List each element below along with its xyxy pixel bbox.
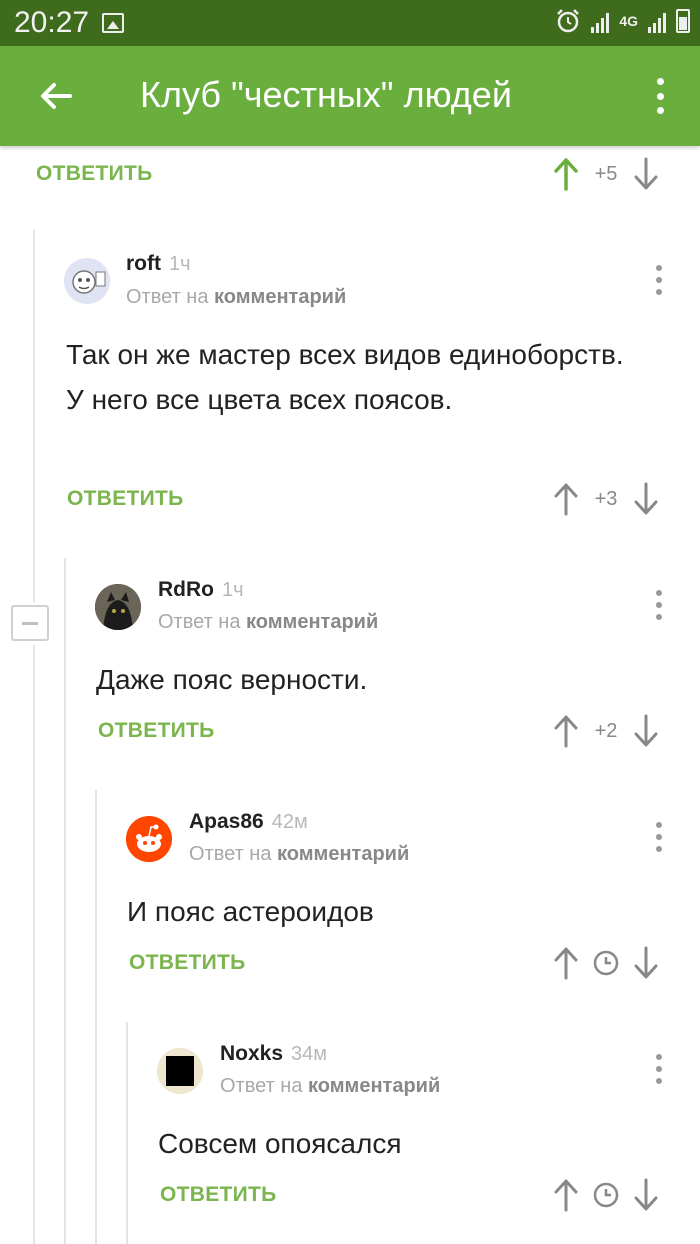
upvote-arrow-icon[interactable] bbox=[552, 713, 580, 749]
avatar[interactable] bbox=[95, 584, 141, 630]
reply-to-line: Ответ на комментарий bbox=[189, 843, 410, 865]
app-bar: Клуб "честных" людей bbox=[0, 46, 700, 146]
reply-button[interactable]: ОТВЕТИТЬ bbox=[67, 487, 184, 511]
vote-controls bbox=[552, 1177, 660, 1213]
thread-line bbox=[95, 790, 97, 1244]
vote-controls: +5 bbox=[552, 156, 660, 192]
signal-icon-2 bbox=[648, 9, 666, 33]
status-bar: 20:27 4G bbox=[0, 0, 700, 46]
downvote-arrow-icon[interactable] bbox=[632, 945, 660, 981]
comment-text: И пояс астероидов bbox=[127, 896, 374, 927]
overflow-menu-icon[interactable] bbox=[650, 74, 670, 118]
avatar[interactable] bbox=[64, 258, 110, 304]
comment-author[interactable]: Apas86 42м bbox=[189, 810, 308, 834]
comment-text: Так он же мастер всех видов единоборств.… bbox=[66, 339, 624, 415]
comment-menu-icon[interactable] bbox=[654, 822, 664, 852]
gallery-icon bbox=[102, 13, 124, 33]
score: +5 bbox=[594, 162, 618, 185]
vote-controls: +3 bbox=[552, 481, 660, 517]
comment-author[interactable]: Noxks 34м bbox=[220, 1042, 327, 1066]
thread-line bbox=[126, 1022, 128, 1244]
reply-button[interactable]: ОТВЕТИТЬ bbox=[129, 951, 246, 975]
score: +2 bbox=[594, 719, 618, 742]
vote-controls bbox=[552, 945, 660, 981]
collapse-thread-button[interactable] bbox=[11, 605, 49, 641]
reply-to-link[interactable]: комментарий bbox=[214, 286, 346, 308]
signal-icon bbox=[591, 9, 610, 33]
network-type: 4G bbox=[619, 13, 638, 29]
reply-button[interactable]: ОТВЕТИТЬ bbox=[98, 719, 215, 743]
reply-button[interactable]: ОТВЕТИТЬ bbox=[160, 1183, 277, 1207]
clock-icon bbox=[593, 1182, 619, 1208]
reply-to-link[interactable]: комментарий bbox=[308, 1075, 440, 1097]
downvote-arrow-icon[interactable] bbox=[632, 156, 660, 192]
upvote-arrow-icon[interactable] bbox=[552, 945, 580, 981]
comment-menu-icon[interactable] bbox=[654, 1054, 664, 1084]
reply-to-line: Ответ на комментарий bbox=[126, 286, 347, 308]
thread-line bbox=[64, 558, 66, 1244]
downvote-arrow-icon[interactable] bbox=[632, 1177, 660, 1213]
thread-line bbox=[33, 230, 35, 602]
comment-author[interactable]: RdRo 1ч bbox=[158, 578, 244, 602]
reply-to-line: Ответ на комментарий bbox=[220, 1075, 441, 1097]
upvote-arrow-icon[interactable] bbox=[552, 481, 580, 517]
clock-icon bbox=[593, 950, 619, 976]
comment-time: 42м bbox=[271, 811, 308, 833]
upvote-arrow-icon[interactable] bbox=[552, 1177, 580, 1213]
comment-text: Совсем опоясался bbox=[158, 1128, 402, 1159]
reply-button[interactable]: ОТВЕТИТЬ bbox=[36, 162, 153, 186]
vote-controls: +2 bbox=[552, 713, 660, 749]
avatar[interactable] bbox=[126, 816, 172, 862]
downvote-arrow-icon[interactable] bbox=[632, 713, 660, 749]
alarm-icon bbox=[557, 9, 580, 33]
downvote-arrow-icon[interactable] bbox=[632, 481, 660, 517]
score: +3 bbox=[594, 487, 618, 510]
comment-text: Даже пояс верности. bbox=[96, 664, 368, 695]
comment-time: 34м bbox=[291, 1043, 328, 1065]
page-title: Клуб "честных" людей bbox=[140, 74, 512, 115]
comment-author[interactable]: roft 1ч bbox=[126, 252, 191, 276]
reply-to-link[interactable]: комментарий bbox=[277, 843, 409, 865]
battery-icon bbox=[676, 9, 690, 33]
comment-time: 1ч bbox=[222, 579, 244, 601]
comment-menu-icon[interactable] bbox=[654, 590, 664, 620]
avatar[interactable] bbox=[157, 1048, 203, 1094]
comment-menu-icon[interactable] bbox=[654, 265, 664, 295]
reply-to-line: Ответ на комментарий bbox=[158, 611, 379, 633]
back-arrow-icon[interactable] bbox=[34, 74, 78, 118]
comment-time: 1ч bbox=[169, 253, 191, 275]
upvote-arrow-icon[interactable] bbox=[552, 156, 580, 192]
status-time: 20:27 bbox=[14, 6, 90, 39]
thread-line bbox=[33, 645, 35, 1244]
reply-to-link[interactable]: комментарий bbox=[246, 611, 378, 633]
